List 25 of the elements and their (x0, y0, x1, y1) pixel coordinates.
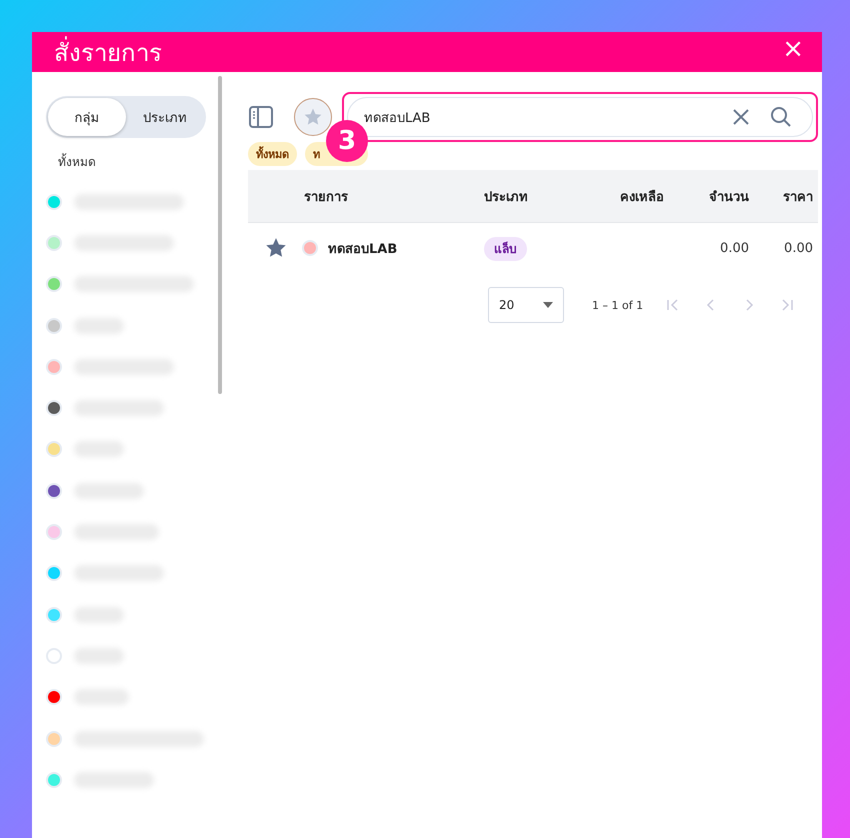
column-header: ประเภท (484, 188, 529, 206)
page-range: 1 – 1 of 1 (592, 298, 644, 312)
filter-chip[interactable]: ทั้งหมด (248, 142, 297, 166)
close-button[interactable]: × (778, 36, 808, 62)
segment-tab[interactable]: ประเภท (126, 98, 204, 136)
type-tag: แล็บ (484, 237, 527, 261)
column-header: ราคา (782, 188, 813, 206)
sidebar-toggle-icon[interactable] (248, 105, 274, 129)
close-icon[interactable] (732, 108, 750, 126)
page-size-select[interactable]: 20 (488, 287, 564, 323)
column-header: จำนวน (708, 188, 749, 206)
star-icon[interactable] (266, 238, 286, 258)
search-icon[interactable] (770, 106, 792, 128)
table-cell-text: 0.00 (719, 240, 749, 256)
segment-tab[interactable]: กลุ่ม (48, 98, 126, 136)
window-title: สั่งรายการ (54, 32, 162, 72)
favorite-filter-button[interactable] (294, 98, 332, 136)
scrollbar[interactable] (218, 76, 222, 394)
table-cell-text: 0.00 (783, 240, 813, 256)
sidebar-item[interactable]: ทั้งหมด (58, 152, 222, 171)
column-header: รายการ (304, 188, 349, 206)
caret-icon (543, 302, 553, 308)
star-icon (303, 107, 323, 127)
item-name: ทดสอบLAB (328, 240, 398, 258)
column-header: คงเหลือ (619, 188, 664, 206)
